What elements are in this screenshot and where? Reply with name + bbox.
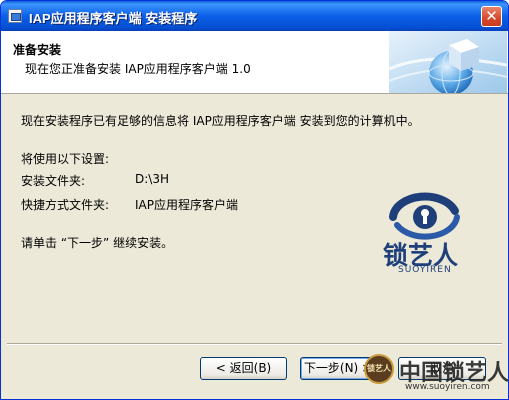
header-graphic bbox=[389, 31, 507, 93]
close-icon: ✕ bbox=[485, 7, 498, 25]
settings-heading: 将使用以下设置: bbox=[21, 152, 110, 166]
wizard-header: 准备安装 现在您正准备安装 IAP应用程序客户端 1.0 bbox=[1, 31, 508, 94]
header-subtitle: 现在您正准备安装 IAP应用程序客户端 1.0 bbox=[25, 62, 251, 76]
close-button[interactable]: ✕ bbox=[481, 6, 502, 27]
back-button[interactable]: < 返回(B) bbox=[200, 357, 287, 380]
installer-window: IAP应用程序客户端 安装程序 ✕ 准备安装 现在您正准备安装 IAP应用程序客… bbox=[0, 0, 509, 400]
shortcut-folder-value: IAP应用程序客户端 bbox=[135, 198, 238, 212]
window-title: IAP应用程序客户端 安装程序 bbox=[29, 11, 198, 26]
title-bar[interactable]: IAP应用程序客户端 安装程序 ✕ bbox=[1, 1, 508, 31]
footer-divider bbox=[7, 343, 502, 345]
instruction-text: 请单击 “下一步” 继续安装。 bbox=[21, 236, 174, 250]
shortcut-folder-label: 快捷方式文件夹: bbox=[21, 198, 110, 212]
logo-subtext: SUOYIREN bbox=[398, 265, 452, 275]
install-folder-value: D:\3H bbox=[135, 172, 169, 186]
install-folder-label: 安装文件夹: bbox=[21, 174, 86, 188]
watermark-seal: 锁艺人 bbox=[364, 354, 394, 384]
intro-text: 现在安装程序已有足够的信息将 IAP应用程序客户端 安装到您的计算机中。 bbox=[21, 114, 420, 128]
installer-icon bbox=[8, 9, 22, 23]
header-title: 准备安装 bbox=[13, 43, 62, 57]
watermark-url: www.suoyiren.com bbox=[405, 382, 490, 392]
